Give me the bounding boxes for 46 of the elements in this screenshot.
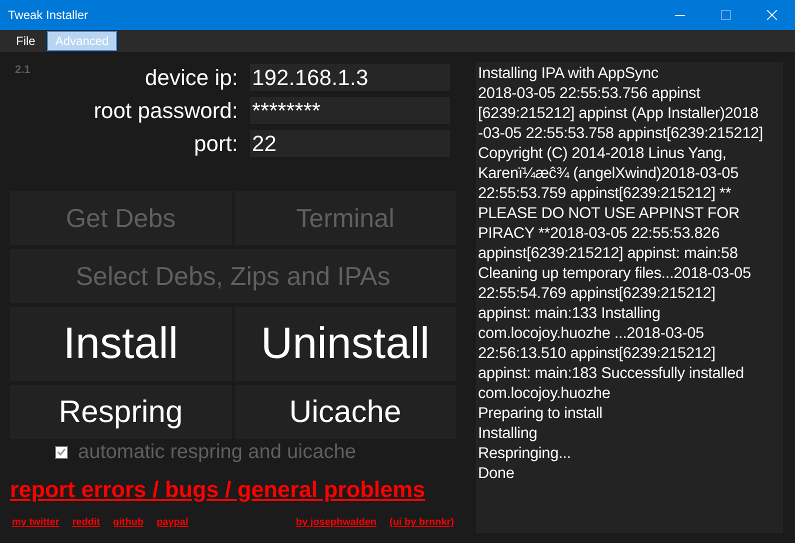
action-button[interactable]: Uninstall xyxy=(234,307,456,381)
log-line: Installing xyxy=(478,424,538,444)
log-line: Respringing... xyxy=(478,444,572,464)
footer-link[interactable]: my twitter xyxy=(12,517,60,528)
footer-link[interactable]: reddit xyxy=(72,517,100,528)
log-line: Cleaning up temporary files...2018-03-05 xyxy=(478,264,752,284)
log-line: [6239:215212] appinst (App Installer)2018 xyxy=(478,104,760,124)
input-field[interactable]: 192.168.1.3 xyxy=(250,64,450,91)
log-line: PLEASE DO NOT USE APPINST FOR xyxy=(478,204,741,224)
log-line: Done xyxy=(478,464,516,484)
action-button[interactable]: Respring xyxy=(10,385,232,439)
log-line: com.locojoy.huozhe ...2018-03-05 xyxy=(478,324,705,344)
action-button[interactable]: Install xyxy=(10,307,232,381)
field-label: port: xyxy=(192,130,238,157)
version-label: 2.1 xyxy=(14,64,32,76)
log-line: Installing IPA with AppSync xyxy=(478,64,660,84)
log-line: 2018-03-05 22:55:53.756 appinst xyxy=(478,84,702,104)
action-button[interactable]: Uicache xyxy=(234,385,456,439)
window-title: Tweak Installer xyxy=(7,8,88,22)
log-line: -03-05 22:55:53.758 appinst[6239:215212] xyxy=(478,124,764,144)
close-icon xyxy=(767,10,777,20)
log-line: Karenï¼æĉ¾ (angelXwind)2018-03-05 xyxy=(478,164,740,184)
input-field[interactable]: ******** xyxy=(250,97,450,124)
log-line: 22:56:13.510 appinst[6239:215212] xyxy=(478,344,716,364)
minimize-icon xyxy=(675,14,685,16)
log-line: PIRACY **2018-03-05 22:55:53.826 xyxy=(478,224,720,244)
checkbox-label: automatic respring and uicache xyxy=(78,440,356,464)
log-line: appinst: main:183 Successfully installed xyxy=(478,364,745,384)
input-field[interactable]: 22 xyxy=(250,130,450,157)
log-line: Copyright (C) 2014-2018 Linus Yang, xyxy=(478,144,728,164)
log-line: com.locojoy.huozhe xyxy=(478,384,612,404)
footer-link[interactable]: paypal xyxy=(156,517,188,528)
footer-link[interactable]: github xyxy=(113,517,144,528)
field-label: root password: xyxy=(92,97,238,124)
log-line: 22:55:53.759 appinst[6239:215212] ** xyxy=(478,184,732,204)
credit-link[interactable]: (ui by brnnkr) xyxy=(390,517,454,528)
log-line: appinst: main:133 Installing xyxy=(478,304,662,324)
log-line: appinst[6239:215212] appinst: main:58 xyxy=(478,244,739,264)
menu-item[interactable]: File xyxy=(8,31,44,51)
report-link[interactable]: report errors / bugs / general problems xyxy=(10,477,456,503)
log-line: Preparing to install xyxy=(478,404,604,424)
credit-link[interactable]: by josephwalden xyxy=(296,517,377,528)
log-line: 22:55:54.769 appinst[6239:215212] xyxy=(478,284,716,304)
field-label: device ip: xyxy=(144,64,238,91)
checkmark-icon xyxy=(57,448,66,456)
maximize-icon xyxy=(721,10,731,20)
